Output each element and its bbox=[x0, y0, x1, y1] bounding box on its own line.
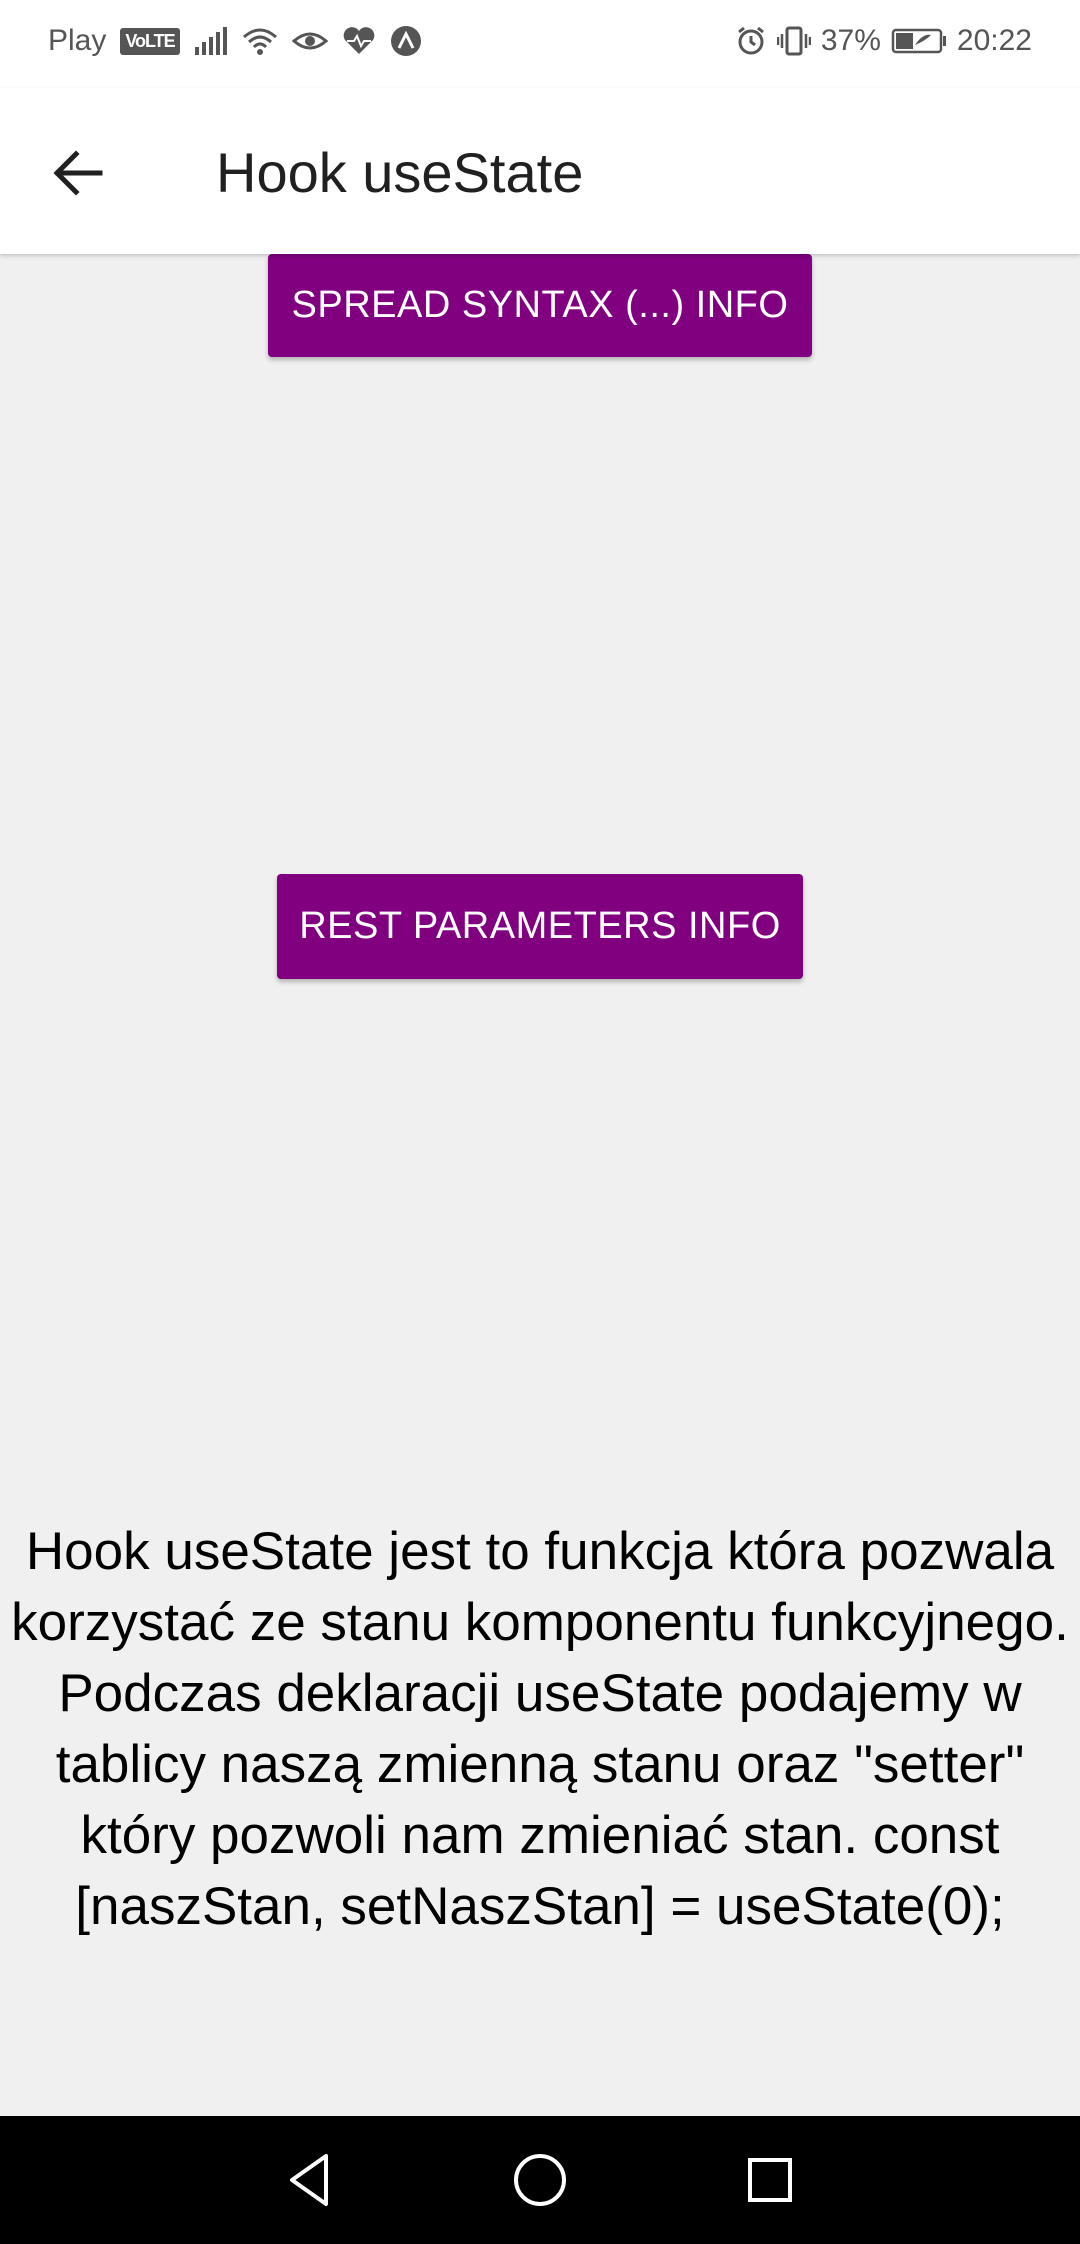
system-nav-bar bbox=[0, 2116, 1080, 2244]
clock: 20:22 bbox=[956, 24, 1032, 57]
volte-badge: VoLTE bbox=[120, 27, 180, 55]
nav-back-button[interactable] bbox=[278, 2148, 342, 2212]
vibrate-icon bbox=[776, 25, 811, 57]
nav-home-button[interactable] bbox=[508, 2148, 572, 2212]
battery-icon bbox=[891, 27, 947, 55]
carrier-label: Play bbox=[48, 24, 107, 57]
app-bar: Hook useState bbox=[0, 88, 1080, 254]
nav-recents-button[interactable] bbox=[738, 2148, 802, 2212]
status-bar: Play VoLTE 37% 20:22 bbox=[0, 0, 1080, 88]
triangle-back-icon bbox=[290, 2154, 328, 2206]
alarm-icon bbox=[735, 25, 767, 57]
battery-percent: 37% bbox=[820, 24, 881, 57]
wifi-icon bbox=[242, 27, 278, 55]
usestate-description: Hook useState jest to funkcja która pozw… bbox=[11, 1522, 1069, 1936]
back-button[interactable] bbox=[44, 138, 114, 208]
app-notification-icon bbox=[390, 25, 422, 57]
eye-icon bbox=[291, 27, 328, 55]
spread-syntax-info-button[interactable]: SPREAD SYNTAX (...) INFO bbox=[268, 254, 812, 357]
arrow-left-icon bbox=[53, 150, 103, 196]
rest-parameters-info-button[interactable]: REST PARAMETERS INFO bbox=[277, 874, 803, 979]
main-content: SPREAD SYNTAX (...) INFO REST PARAMETERS… bbox=[0, 254, 1080, 2116]
heart-rate-icon bbox=[342, 26, 376, 56]
page-title: Hook useState bbox=[216, 141, 584, 204]
square-recents-icon bbox=[748, 2158, 792, 2202]
signal-icon bbox=[194, 27, 228, 55]
circle-home-icon bbox=[514, 2154, 566, 2206]
